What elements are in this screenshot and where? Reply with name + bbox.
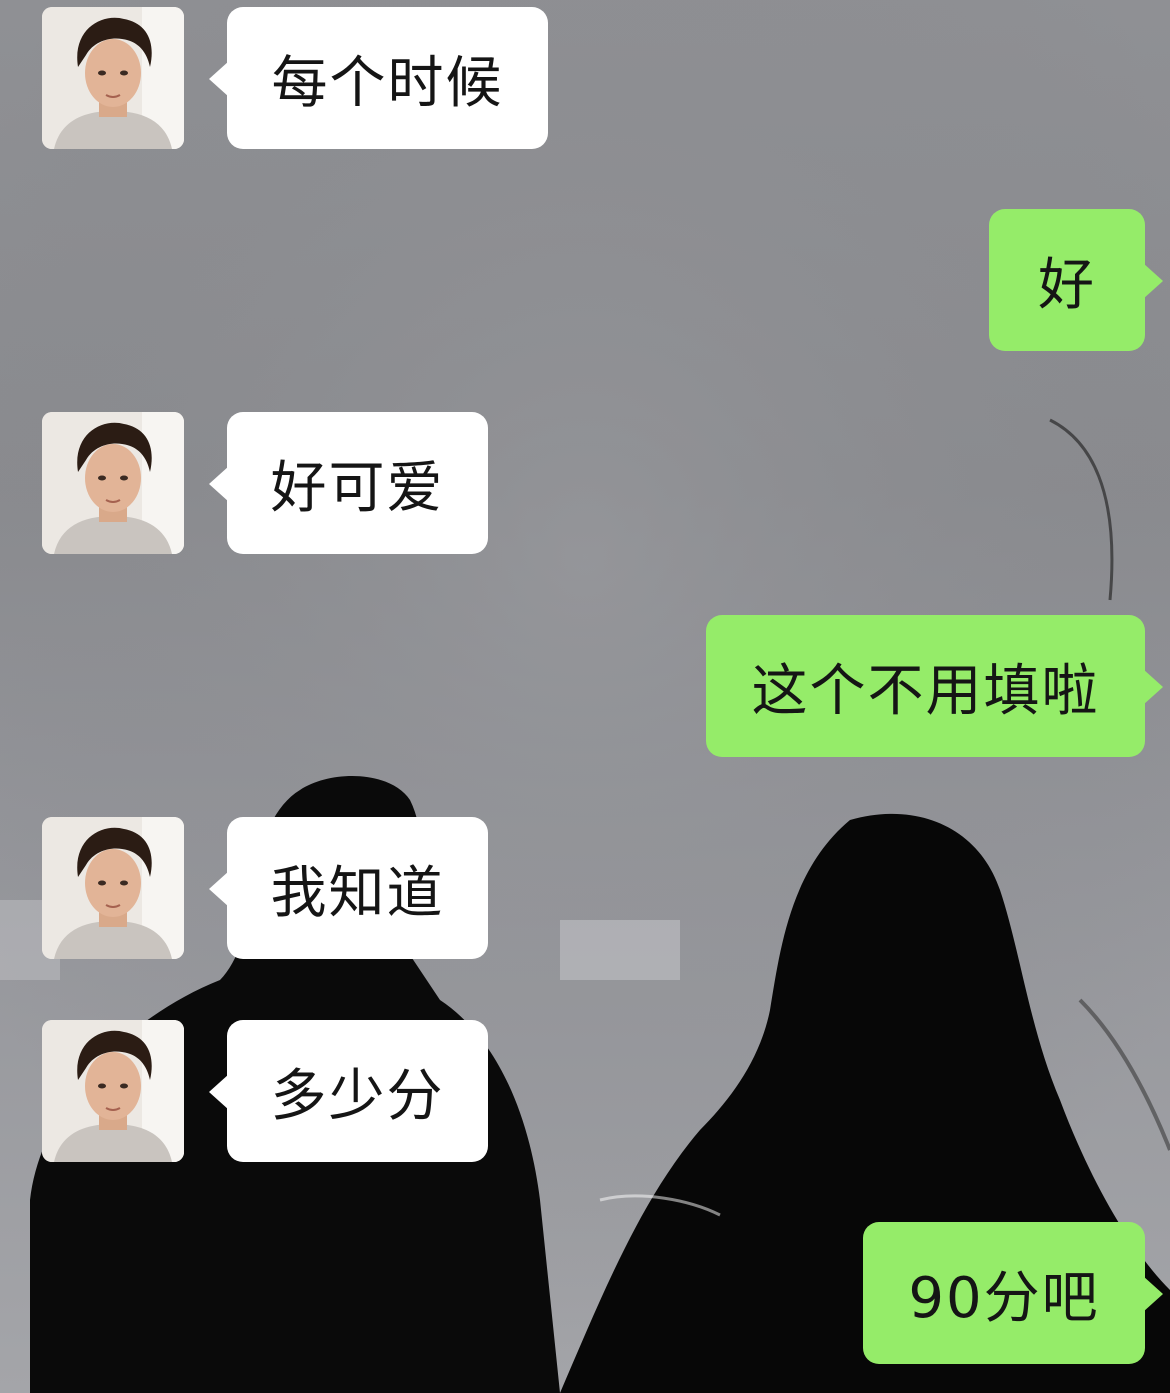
- message-text: 90分吧: [908, 1265, 1100, 1331]
- message-bubble-outgoing[interactable]: 90分吧: [863, 1222, 1163, 1364]
- message-text: 这个不用填啦: [751, 658, 1100, 724]
- message-text: 好可爱: [270, 455, 445, 521]
- message-bubble-incoming[interactable]: 每个时候: [209, 7, 548, 149]
- portrait-photo-icon: [42, 817, 184, 959]
- contact-avatar[interactable]: [42, 1020, 184, 1162]
- contact-avatar[interactable]: [42, 817, 184, 959]
- portrait-photo-icon: [42, 1020, 184, 1162]
- message-text: 好: [1038, 252, 1096, 318]
- portrait-photo-icon: [42, 412, 184, 554]
- message-text: 我知道: [270, 860, 445, 926]
- message-bubble-incoming[interactable]: 好可爱: [209, 412, 488, 554]
- message-text: 多少分: [270, 1063, 445, 1129]
- message-bubble-outgoing[interactable]: 好: [989, 209, 1163, 351]
- message-bubble-incoming[interactable]: 我知道: [209, 817, 488, 959]
- message-text: 每个时候: [271, 50, 504, 116]
- contact-avatar[interactable]: [42, 7, 184, 149]
- message-bubble-incoming[interactable]: 多少分: [209, 1020, 488, 1162]
- portrait-photo-icon: [42, 7, 184, 149]
- contact-avatar[interactable]: [42, 412, 184, 554]
- message-bubble-outgoing[interactable]: 这个不用填啦: [706, 615, 1163, 757]
